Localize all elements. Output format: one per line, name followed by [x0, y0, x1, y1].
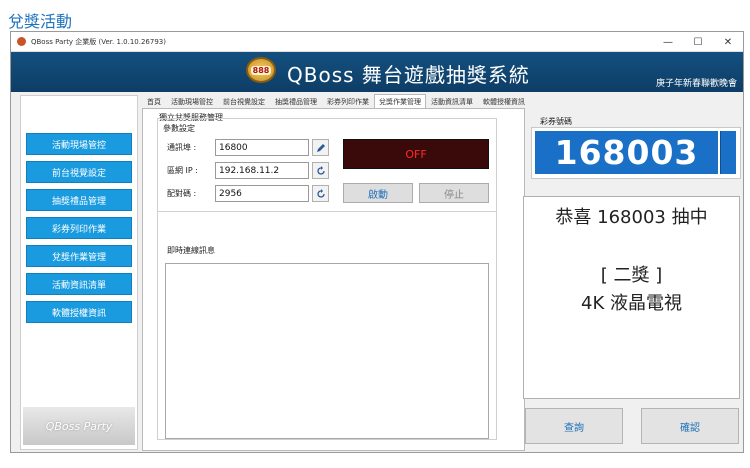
ticket-number-label: 彩券號碼: [540, 117, 572, 126]
close-button[interactable]: ✕: [713, 32, 743, 52]
query-button[interactable]: 查詢: [525, 408, 623, 444]
sidebar-item-live-control[interactable]: 活動現場管控: [26, 133, 132, 155]
tab-visual-settings[interactable]: 前台視覺設定: [218, 94, 270, 109]
minimize-button[interactable]: —: [653, 32, 683, 52]
divider: [157, 211, 497, 212]
prize-result-box: 恭喜 168003 抽中 [ 二獎 ] 4K 液晶電視: [523, 196, 740, 399]
tab-live-control[interactable]: 活動現場管控: [166, 94, 218, 109]
sidebar-item-ticket-printing[interactable]: 彩券列印作業: [26, 217, 132, 239]
page-heading: 兌獎活動: [8, 12, 73, 31]
maximize-button[interactable]: ☐: [683, 32, 713, 52]
ticket-scrollbar[interactable]: [720, 131, 736, 174]
ticket-number-field[interactable]: 168003: [531, 127, 741, 179]
connection-log[interactable]: [165, 263, 489, 439]
tab-prize-management[interactable]: 抽獎禮品管理: [270, 94, 322, 109]
app-icon: [17, 37, 26, 46]
ip-label: 區網 IP :: [167, 166, 198, 175]
ticket-number: 168003: [535, 131, 718, 174]
sidebar-item-prize-management[interactable]: 抽獎禮品管理: [26, 189, 132, 211]
sidebar-item-license-info[interactable]: 軟體授權資訊: [26, 301, 132, 323]
params-title: 參數設定: [161, 123, 197, 134]
edit-icon[interactable]: [312, 139, 329, 156]
tab-license-info[interactable]: 軟體授權資訊: [478, 94, 530, 109]
port-field[interactable]: 16800: [215, 139, 309, 156]
pair-code-label: 配對碼 :: [167, 189, 197, 198]
start-button[interactable]: 啟動: [343, 183, 413, 203]
confirm-button[interactable]: 確認: [641, 408, 739, 444]
sidebar-item-event-info[interactable]: 活動資訊清單: [26, 273, 132, 295]
tab-bar: 首頁 活動現場管控 前台視覺設定 抽獎禮品管理 彩券列印作業 兌獎作業管理 活動…: [142, 94, 530, 109]
window-titlebar: QBoss Party 企業版 (Ver. 1.0.10.26793) — ☐ …: [11, 32, 743, 52]
ip-field[interactable]: 192.168.11.2: [215, 162, 309, 179]
app-banner: 888 QBoss 舞台遊戲抽獎系統 庚子年新春聯歡晚會: [11, 52, 743, 92]
refresh-icon[interactable]: [312, 162, 329, 179]
sidebar-item-redemption[interactable]: 兌獎作業管理: [26, 245, 132, 267]
refresh-icon[interactable]: [312, 185, 329, 202]
logo-text: 888: [250, 65, 272, 75]
redemption-panel: 獨立兌獎服務管理 參數設定 通訊埠 : 16800 區網 IP : 192.16…: [142, 108, 525, 451]
app-window: QBoss Party 企業版 (Ver. 1.0.10.26793) — ☐ …: [10, 31, 744, 453]
stop-button[interactable]: 停止: [419, 183, 489, 203]
result-winner-text: 恭喜 168003 抽中: [555, 207, 708, 228]
result-prize-rank: [ 二獎 ]: [600, 265, 663, 286]
window-controls: — ☐ ✕: [653, 32, 743, 52]
app-title: QBoss 舞台遊戲抽獎系統: [287, 63, 530, 87]
tab-ticket-printing[interactable]: 彩券列印作業: [322, 94, 374, 109]
port-label: 通訊埠 :: [167, 143, 197, 152]
window-title: QBoss Party 企業版 (Ver. 1.0.10.26793): [31, 37, 166, 46]
result-prize-name: 4K 液晶電視: [581, 293, 682, 314]
sidebar-item-visual-settings[interactable]: 前台視覺設定: [26, 161, 132, 183]
casino-logo-icon: 888: [246, 57, 276, 83]
sidebar: 活動現場管控 前台視覺設定 抽獎禮品管理 彩券列印作業 兌獎作業管理 活動資訊清…: [20, 95, 138, 450]
log-title: 即時連線訊息: [165, 245, 217, 256]
pair-code-field[interactable]: 2956: [215, 185, 309, 202]
event-subtitle: 庚子年新春聯歡晚會: [655, 79, 737, 89]
qboss-party-logo: QBoss Party: [23, 407, 135, 445]
service-status-display: OFF: [343, 139, 489, 169]
tab-event-info[interactable]: 活動資訊清單: [426, 94, 478, 109]
tab-home[interactable]: 首頁: [142, 94, 166, 109]
tab-redemption[interactable]: 兌獎作業管理: [374, 94, 426, 109]
